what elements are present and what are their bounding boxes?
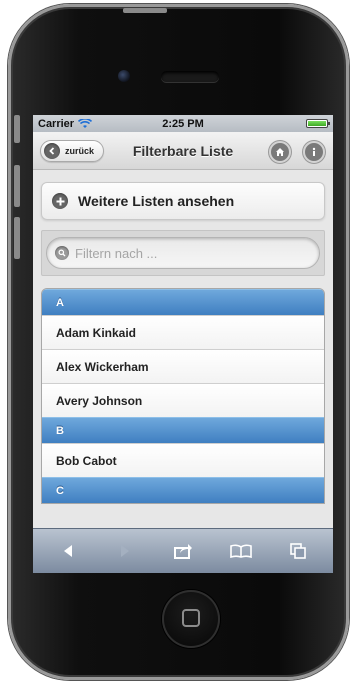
filterable-list: A Adam Kinkaid Alex Wickerham Avery John…	[41, 288, 325, 504]
list-item[interactable]: Adam Kinkaid	[42, 315, 324, 349]
bookmarks-icon[interactable]	[221, 536, 261, 566]
status-time: 2:25 PM	[162, 117, 204, 130]
list-divider-b: B	[42, 417, 324, 443]
battery-icon	[306, 119, 330, 128]
header-bar: zurück Filterbare Liste	[33, 132, 333, 170]
home-button[interactable]	[162, 590, 220, 648]
speaker-grille	[161, 71, 219, 82]
search-input[interactable]: Filtern nach ...	[46, 237, 320, 269]
forward-arrow-icon	[105, 536, 145, 566]
info-icon[interactable]	[303, 141, 325, 163]
search-icon	[55, 246, 69, 260]
battery-fill	[308, 121, 326, 126]
more-lists-label: Weitere Listen ansehen	[78, 193, 235, 209]
list-divider-a: A	[42, 289, 324, 315]
volume-down-button	[14, 217, 20, 259]
list-item[interactable]: Alex Wickerham	[42, 349, 324, 383]
camera-icon	[118, 70, 130, 82]
back-arrow-icon[interactable]	[48, 536, 88, 566]
tabs-icon[interactable]	[278, 536, 318, 566]
share-icon[interactable]	[163, 536, 203, 566]
mute-switch	[14, 115, 20, 143]
list-item[interactable]: Bob Cabot	[42, 443, 324, 477]
search-placeholder: Filtern nach ...	[75, 245, 158, 261]
plus-icon	[52, 193, 68, 209]
list-item[interactable]: Avery Johnson	[42, 383, 324, 417]
list-divider-c: C	[42, 477, 324, 503]
volume-up-button	[14, 165, 20, 207]
browser-toolbar	[33, 528, 333, 573]
more-lists-button[interactable]: Weitere Listen ansehen	[41, 182, 325, 220]
status-bar: Carrier 2:25 PM	[33, 115, 333, 132]
power-button	[123, 8, 167, 13]
screen: Carrier 2:25 PM zurück Filterbare Liste	[33, 115, 333, 573]
home-icon[interactable]	[269, 141, 291, 163]
filter-bar: Filtern nach ...	[41, 230, 325, 276]
